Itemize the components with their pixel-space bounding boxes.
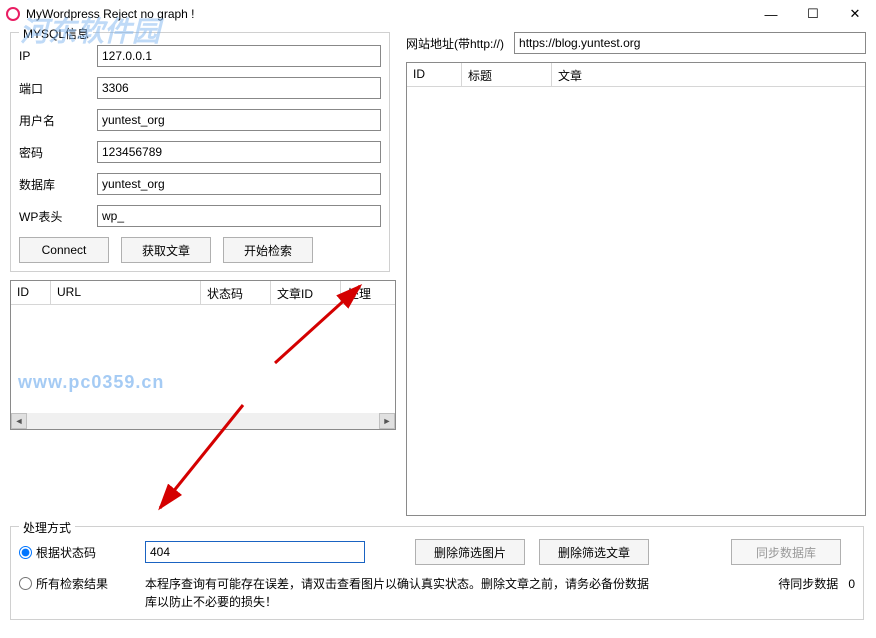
password-input[interactable] — [97, 141, 381, 163]
col-article-id[interactable]: 文章ID — [271, 281, 341, 304]
pending-sync-count: 0 — [848, 577, 855, 591]
ip-input[interactable] — [97, 45, 381, 67]
scroll-left-button[interactable]: ◄ — [11, 413, 27, 429]
mysql-group-title: MYSQL信息 — [19, 25, 93, 42]
articles-body — [407, 87, 865, 517]
col-id[interactable]: ID — [11, 281, 51, 304]
col-r-title[interactable]: 标题 — [462, 63, 552, 86]
password-label: 密码 — [19, 144, 97, 161]
results-header: ID URL 状态码 文章ID 处理 — [11, 281, 395, 305]
mysql-info-group: MYSQL信息 IP 端口 用户名 密码 数据库 — [10, 32, 390, 272]
connect-button[interactable]: Connect — [19, 237, 109, 263]
database-input[interactable] — [97, 173, 381, 195]
prefix-input[interactable] — [97, 205, 381, 227]
help-text: 本程序查询有可能存在误差，请双击查看图片以确认真实状态。删除文章之前，请务必备份… — [145, 575, 655, 611]
app-icon — [6, 7, 20, 21]
col-r-article[interactable]: 文章 — [552, 63, 865, 86]
fetch-articles-button[interactable]: 获取文章 — [121, 237, 211, 263]
port-label: 端口 — [19, 80, 97, 97]
col-process[interactable]: 处理 — [341, 281, 395, 304]
scroll-right-button[interactable]: ► — [379, 413, 395, 429]
title-bar: MyWordpress Reject no graph ! — ☐ ✕ — [0, 0, 876, 28]
status-code-input[interactable] — [145, 541, 365, 563]
database-label: 数据库 — [19, 176, 97, 193]
maximize-button[interactable]: ☐ — [792, 0, 834, 28]
col-r-id[interactable]: ID — [407, 63, 462, 86]
sync-database-button[interactable]: 同步数据库 — [731, 539, 841, 565]
prefix-label: WP表头 — [19, 208, 97, 225]
articles-listview[interactable]: ID 标题 文章 — [406, 62, 866, 516]
process-group-title: 处理方式 — [19, 519, 75, 536]
pending-sync-label: 待同步数据 — [778, 577, 838, 591]
process-group: 处理方式 根据状态码 删除筛选图片 删除筛选文章 同步数据库 所有检索结果 本程… — [10, 526, 864, 620]
site-address-input[interactable] — [514, 32, 866, 54]
minimize-button[interactable]: — — [750, 0, 792, 28]
port-input[interactable] — [97, 77, 381, 99]
articles-header: ID 标题 文章 — [407, 63, 865, 87]
radio-by-status-label: 根据状态码 — [36, 544, 96, 561]
window-controls: — ☐ ✕ — [750, 0, 876, 28]
delete-filtered-articles-button[interactable]: 删除筛选文章 — [539, 539, 649, 565]
username-input[interactable] — [97, 109, 381, 131]
results-listview[interactable]: ID URL 状态码 文章ID 处理 ◄ ► — [10, 280, 396, 430]
username-label: 用户名 — [19, 112, 97, 129]
start-search-button[interactable]: 开始检索 — [223, 237, 313, 263]
radio-by-status[interactable] — [19, 546, 32, 559]
delete-filtered-images-button[interactable]: 删除筛选图片 — [415, 539, 525, 565]
scroll-track[interactable] — [27, 413, 379, 429]
close-button[interactable]: ✕ — [834, 0, 876, 28]
window-title: MyWordpress Reject no graph ! — [26, 7, 195, 21]
results-body — [11, 305, 395, 413]
horizontal-scrollbar[interactable]: ◄ ► — [11, 413, 395, 429]
col-url[interactable]: URL — [51, 281, 201, 304]
ip-label: IP — [19, 49, 97, 63]
site-address-label: 网站地址(带http://) — [406, 35, 504, 52]
col-status[interactable]: 状态码 — [201, 281, 271, 304]
